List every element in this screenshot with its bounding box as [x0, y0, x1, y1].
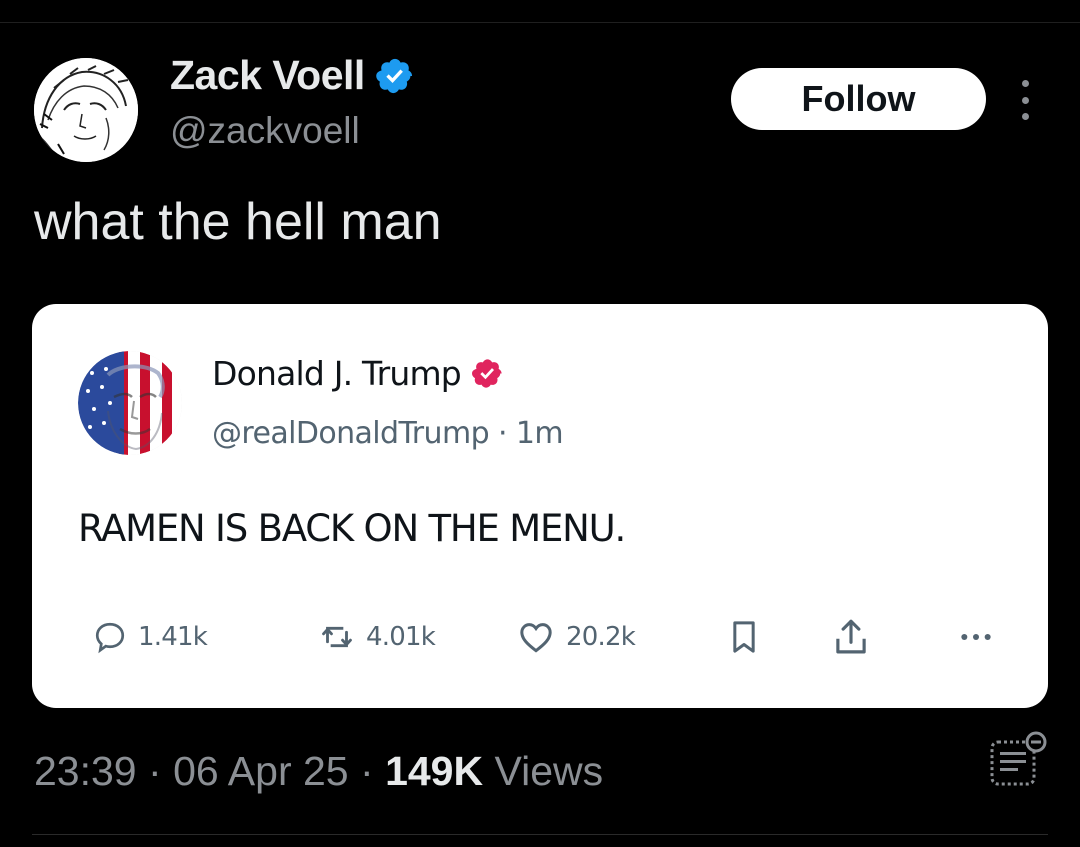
top-divider: [0, 22, 1080, 23]
quoted-post-text: RAMEN IS BACK ON THE MENU.: [78, 507, 626, 550]
flag-portrait-image: [78, 351, 182, 455]
quoted-post-actions: 1.41k 4.01k 20.2k: [92, 614, 992, 660]
analytics-glyph: [990, 731, 1047, 786]
tweet-text: what the hell man: [34, 193, 442, 251]
author-avatar[interactable]: [34, 58, 138, 162]
quoted-post-time: 1m: [515, 416, 564, 451]
author-name-row: Zack Voell: [170, 52, 415, 99]
heart-icon: [520, 623, 552, 653]
quoted-post-card[interactable]: Donald J. Trump @realDonaldTrump · 1m RA…: [32, 304, 1048, 708]
quoted-author-name[interactable]: Donald J. Trump: [212, 354, 462, 393]
post-date: 06 Apr 25: [173, 748, 349, 794]
quoted-author-handle[interactable]: @realDonaldTrump: [212, 416, 490, 451]
bookmark-icon: [733, 621, 755, 653]
reply-action[interactable]: 1.41k: [92, 614, 208, 660]
post-time: 23:39: [34, 748, 137, 794]
follow-button[interactable]: Follow: [731, 68, 986, 130]
author-handle[interactable]: @zackvoell: [170, 110, 360, 152]
quoted-author-name-row: Donald J. Trump: [212, 354, 504, 393]
analytics-icon[interactable]: [988, 730, 1050, 792]
separator-dot: ·: [497, 416, 508, 451]
share-action[interactable]: [830, 614, 872, 660]
sketch-portrait-image: [34, 58, 138, 162]
repost-icon: [322, 626, 352, 648]
like-count: 20.2k: [566, 622, 636, 652]
more-horizontal-icon: [961, 634, 991, 640]
reply-icon: [95, 622, 125, 654]
bookmark-action[interactable]: [724, 614, 764, 660]
like-action[interactable]: 20.2k: [516, 614, 636, 660]
more-options-icon[interactable]: [1010, 80, 1040, 120]
repost-action[interactable]: 4.01k: [318, 614, 436, 660]
bottom-divider: [32, 834, 1048, 835]
meta-dot: ·: [360, 748, 374, 794]
quoted-more-action[interactable]: [956, 614, 996, 660]
author-name[interactable]: Zack Voell: [170, 52, 365, 99]
reply-count: 1.41k: [138, 622, 208, 652]
verified-badge-icon: [376, 58, 412, 93]
share-icon: [836, 619, 866, 654]
repost-count: 4.01k: [366, 622, 436, 652]
views-label: Views: [494, 748, 604, 794]
verified-badge-red-icon: [471, 359, 502, 388]
quoted-author-avatar[interactable]: [78, 351, 182, 455]
meta-dot: ·: [148, 748, 162, 794]
views-count: 149K: [385, 748, 484, 794]
post-meta: 23:39 · 06 Apr 25 · 149K Views: [34, 748, 603, 795]
quoted-handle-row: @realDonaldTrump · 1m: [212, 416, 564, 451]
